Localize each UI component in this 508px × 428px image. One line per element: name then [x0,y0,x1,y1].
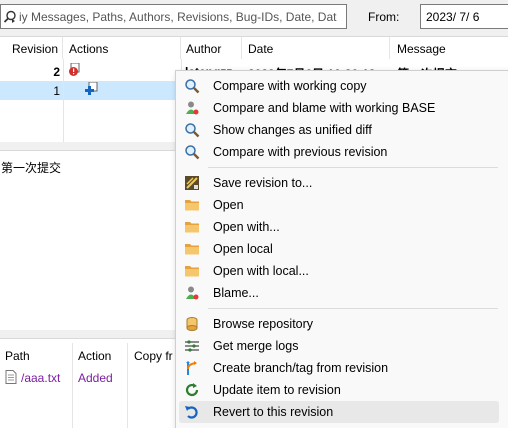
menu-item-label: Compare with previous revision [213,145,388,159]
from-date-picker[interactable]: 2023/ 7/ 6 [420,4,508,29]
menu-item-browse-repository[interactable]: Browse repository [179,313,499,335]
update-icon [183,381,201,399]
menu-item-label: Browse repository [213,317,314,331]
menu-item-label: Update item to revision [213,383,341,397]
column-header-actions[interactable]: Actions [63,37,181,59]
search-icon[interactable] [1,6,19,28]
menu-separator [208,308,498,309]
revert-icon [183,403,201,421]
folder-icon [183,262,201,280]
menu-item-create-branch-tag[interactable]: Create branch/tag from revision [179,357,499,379]
merge-logs-icon [183,337,201,355]
blame-person-icon [183,284,201,302]
branch-icon [183,359,201,377]
menu-item-open-local[interactable]: Open local [179,238,499,260]
menu-item-compare-with-working-copy[interactable]: Compare with working copy [179,75,499,97]
magnifier-icon [183,121,201,139]
save-icon [183,174,201,192]
menu-item-label: Get merge logs [213,339,299,353]
menu-item-label: Open local [213,242,273,256]
menu-item-save-revision[interactable]: Save revision to... [179,172,499,194]
menu-item-label: Open with... [213,220,280,234]
column-header-author[interactable]: Author [181,37,242,59]
menu-separator [208,167,498,168]
repo-browser-icon [183,315,201,333]
menu-item-label: Compare and blame with working BASE [213,101,436,115]
modified-action-icon [68,63,82,80]
menu-item-compare-and-blame[interactable]: Compare and blame with working BASE [179,97,499,119]
menu-item-label: Revert to this revision [213,405,334,419]
revision-number: 1 [53,84,60,98]
menu-item-open-with[interactable]: Open with... [179,216,499,238]
menu-item-label: Blame... [213,286,259,300]
column-header-action[interactable]: Action [78,339,111,369]
folder-icon [183,196,201,214]
column-header-path[interactable]: Path [5,339,30,369]
column-header-message[interactable]: Message [390,37,508,59]
context-menu: Compare with working copy Compare and bl… [175,70,508,428]
column-header-revision[interactable]: Revision [0,37,63,59]
added-action-icon [84,82,98,99]
menu-item-label: Open with local... [213,264,309,278]
text-file-icon [5,370,17,387]
action-cell: Added [78,371,113,385]
blame-person-icon [183,99,201,117]
menu-item-compare-with-previous[interactable]: Compare with previous revision [179,141,499,163]
menu-item-update-to-revision[interactable]: Update item to revision [179,379,499,401]
menu-item-label: Open [213,198,244,212]
revision-number: 2 [53,65,60,79]
menu-item-get-merge-logs[interactable]: Get merge logs [179,335,499,357]
path-cell: /aaa.txt [21,371,61,385]
filter-bar: From: 2023/ 7/ 6 [0,0,508,34]
magnifier-icon [183,143,201,161]
from-label: From: [368,10,400,24]
search-box[interactable] [0,4,347,29]
column-header-date[interactable]: Date [242,37,390,59]
search-input[interactable] [19,9,339,24]
menu-item-label: Create branch/tag from revision [213,361,389,375]
menu-item-show-unified-diff[interactable]: Show changes as unified diff [179,119,499,141]
column-divider [63,59,64,143]
menu-item-open-with-local[interactable]: Open with local... [179,260,499,282]
menu-item-blame[interactable]: Blame... [179,282,499,304]
menu-item-label: Compare with working copy [213,79,367,93]
menu-item-open[interactable]: Open [179,194,499,216]
commit-message-text: 第一次提交 [1,161,62,175]
menu-item-revert-to-revision[interactable]: Revert to this revision [179,401,499,423]
folder-icon [183,218,201,236]
folder-icon [183,240,201,258]
menu-item-label: Save revision to... [213,176,313,190]
magnifier-icon [183,77,201,95]
menu-item-label: Show changes as unified diff [213,123,372,137]
column-header-copy-from[interactable]: Copy fr [134,339,173,369]
